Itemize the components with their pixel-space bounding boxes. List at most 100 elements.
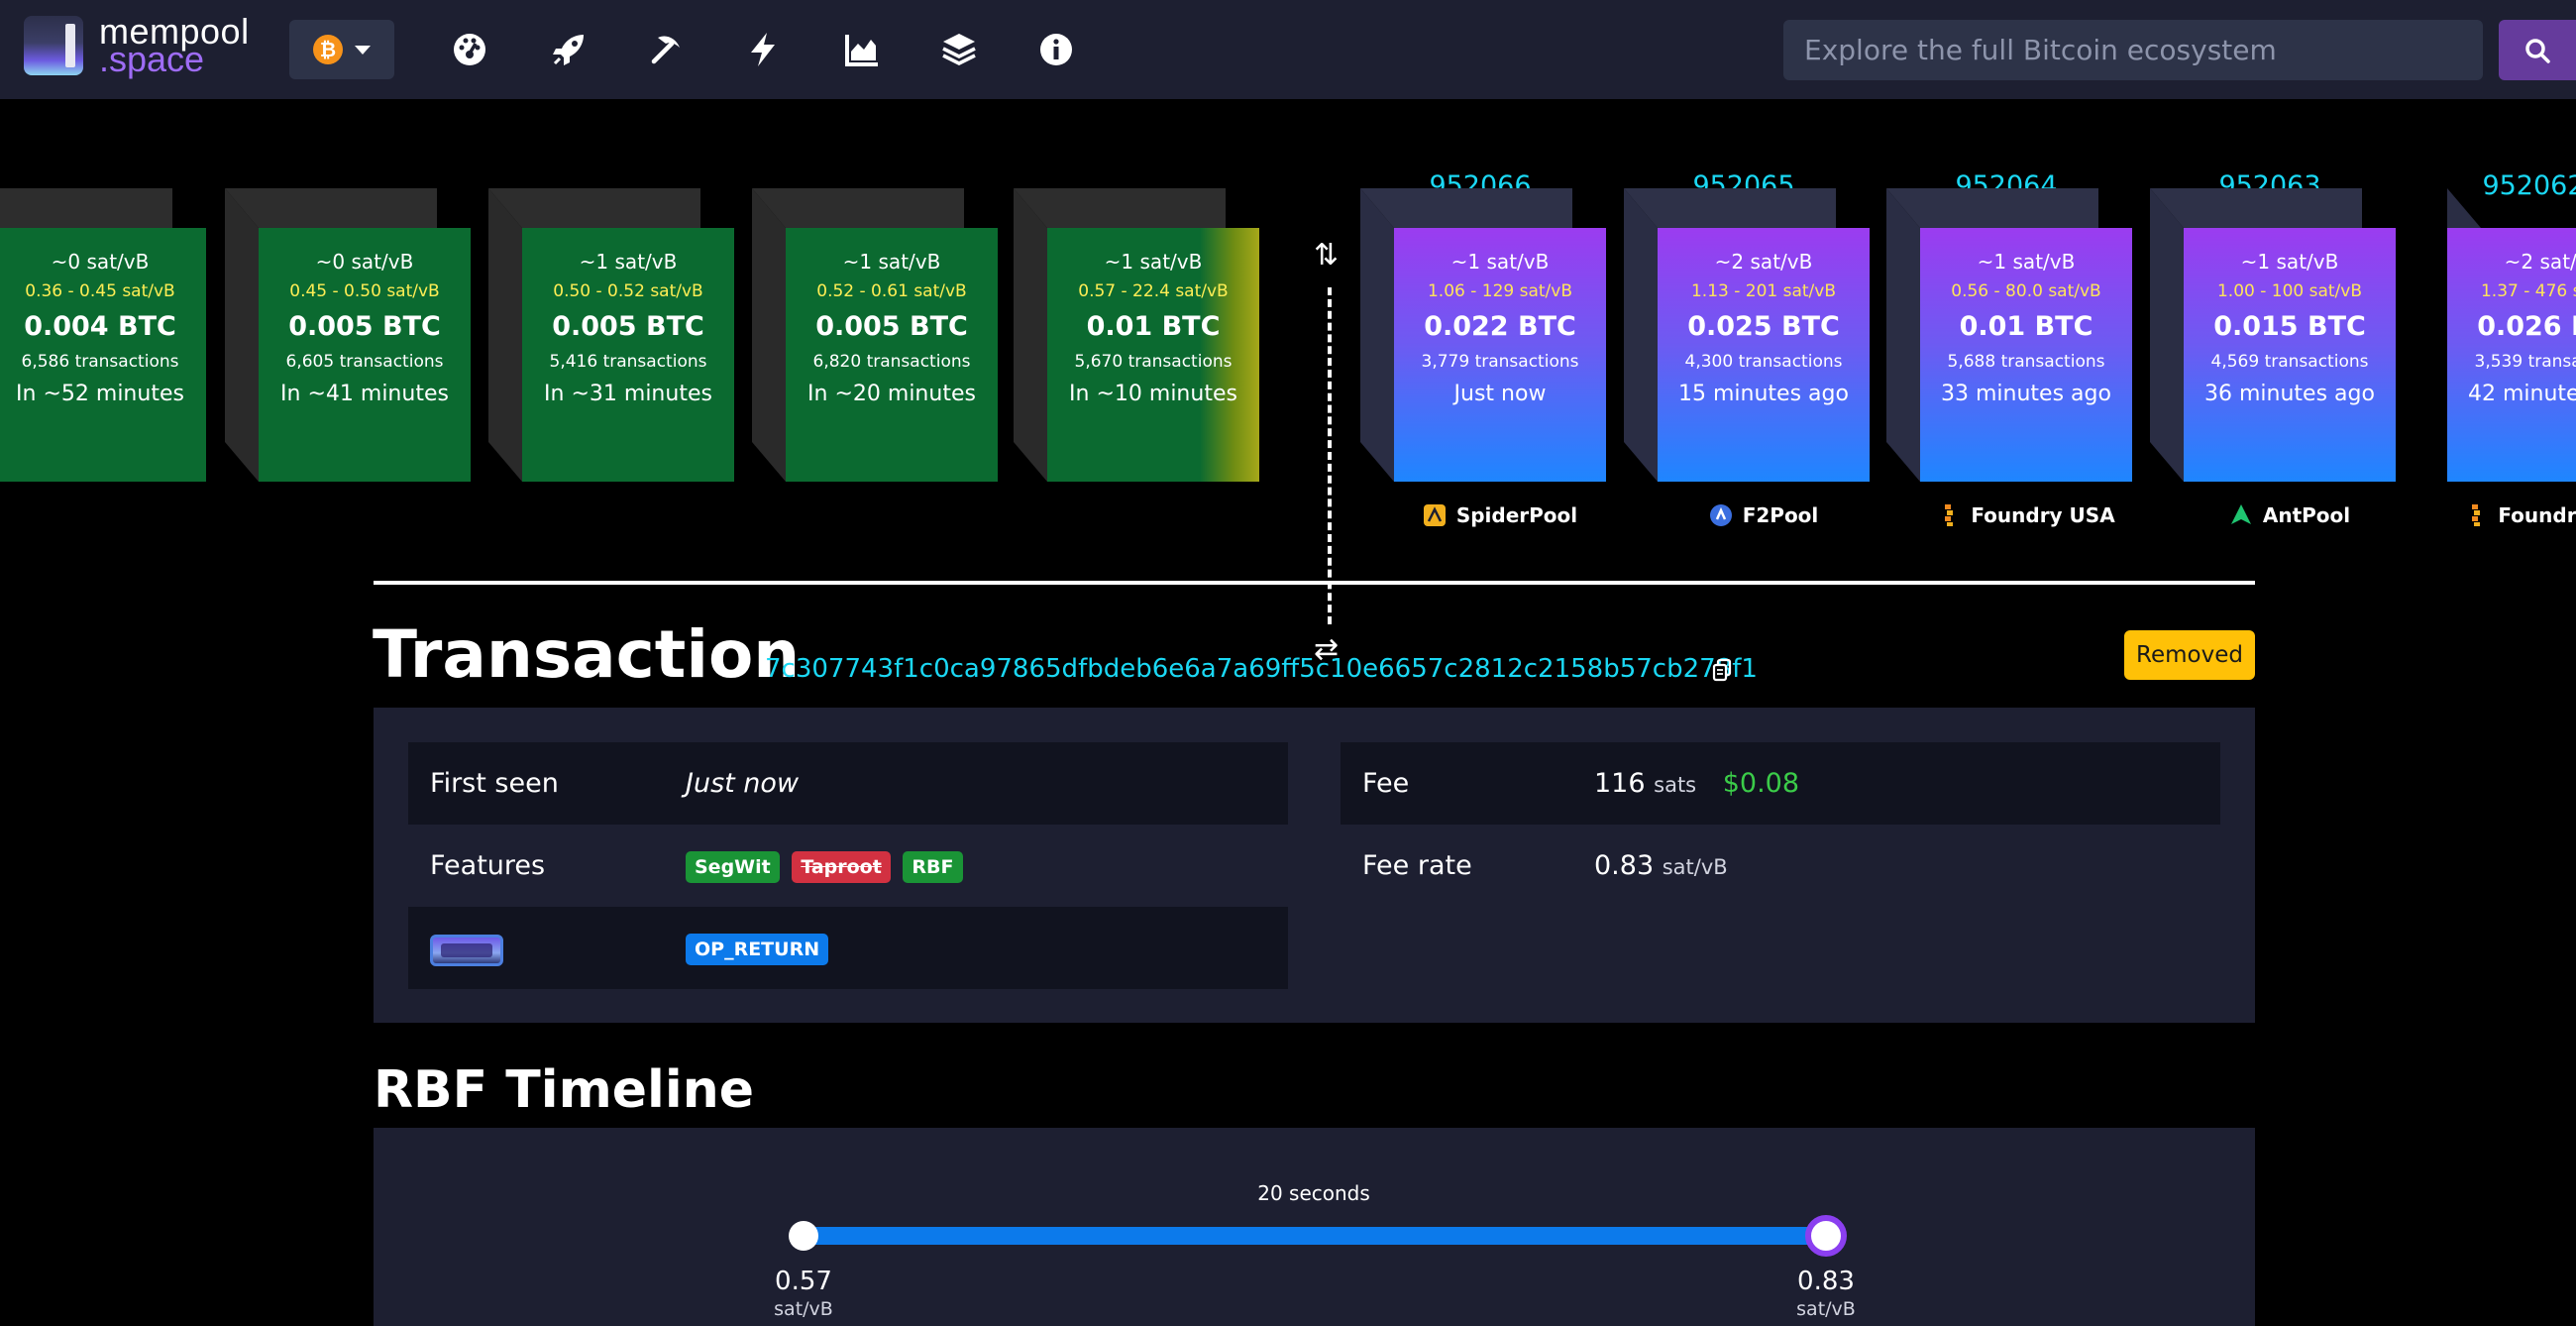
block-median-fee: ~1 sat/vB: [1450, 250, 1550, 274]
op-return-value: OP_RETURN: [686, 907, 832, 989]
rbf-interval-label: 20 seconds: [1257, 1181, 1370, 1205]
block-total-fees: 0.015 BTC: [2213, 311, 2366, 342]
block-eta: In ~20 minutes: [807, 382, 976, 406]
pool-link[interactable]: AntPool: [2184, 503, 2396, 527]
mempool-block-next[interactable]: ~1 sat/vB 0.57 - 22.4 sat/vB 0.01 BTC 5,…: [1014, 188, 1259, 482]
block-total-fees: 0.026 BTC: [2477, 311, 2576, 342]
first-seen-label: First seen: [430, 768, 559, 799]
block-tx-count: 4,300 transactions: [1684, 352, 1843, 372]
block-fee-range: 0.50 - 0.52 sat/vB: [553, 281, 703, 301]
block-age: 15 minutes ago: [1678, 382, 1849, 406]
page-title: Transaction: [373, 616, 801, 693]
block-tx-count: 6,820 transactions: [812, 352, 971, 372]
pool-link[interactable]: SpiderPool: [1394, 503, 1606, 527]
mined-block[interactable]: ~1 sat/vB 0.56 - 80.0 sat/vB 0.01 BTC 5,…: [1886, 188, 2132, 482]
block-age: 33 minutes ago: [1941, 382, 2111, 406]
block-tx-count: 5,670 transactions: [1074, 352, 1233, 372]
block-total-fees: 0.022 BTC: [1424, 311, 1576, 342]
rbf-timeline-line: [803, 1227, 1823, 1245]
fee-rate-label: Fee rate: [1362, 850, 1472, 881]
rbf-end-rate: 0.83: [1797, 1267, 1855, 1296]
segwit-badge[interactable]: SegWit: [686, 850, 780, 883]
block-tx-count: 3,779 transactions: [1421, 352, 1579, 372]
table-row: Features SegWit Taproot RBF: [408, 825, 1288, 907]
rbf-start-rate: 0.57: [775, 1267, 832, 1296]
fee-rate-value: 0.83 sat/vB: [1594, 825, 1728, 909]
block-median-fee: ~1 sat/vB: [1104, 250, 1203, 274]
block-median-fee: ~1 sat/vB: [1977, 250, 2076, 274]
fee-label: Fee: [1362, 768, 1410, 799]
block-eta: In ~31 minutes: [544, 382, 712, 406]
fee-rate-unit: sat/vB: [1662, 855, 1728, 879]
rocket-icon[interactable]: [541, 22, 596, 77]
sort-arrows-icon[interactable]: ⇅: [1314, 238, 1339, 273]
section-divider: [374, 581, 2255, 585]
rbf-start-unit: sat/vB: [774, 1298, 833, 1320]
caret-down-icon: [355, 46, 371, 55]
block-fee-range: 0.52 - 0.61 sat/vB: [816, 281, 967, 301]
block-eta: In ~52 minutes: [16, 382, 184, 406]
blockchain-strip: ~0 sat/vB 0.36 - 0.45 sat/vB 0.004 BTC 6…: [0, 99, 2576, 667]
block-total-fees: 0.01 BTC: [1086, 311, 1221, 342]
block-median-fee: ~1 sat/vB: [842, 250, 941, 274]
mempool-block[interactable]: ~0 sat/vB 0.36 - 0.45 sat/vB 0.004 BTC 6…: [0, 188, 206, 482]
block-total-fees: 0.005 BTC: [552, 311, 704, 342]
mined-block[interactable]: ~1 sat/vB 1.06 - 129 sat/vB 0.022 BTC 3,…: [1360, 188, 1606, 482]
lightning-icon[interactable]: [735, 22, 791, 77]
spiderpool-icon: [1423, 503, 1447, 527]
network-selector[interactable]: ₿: [289, 20, 394, 79]
mempool-block[interactable]: ~0 sat/vB 0.45 - 0.50 sat/vB 0.005 BTC 6…: [225, 188, 471, 482]
foundry-icon: [2464, 503, 2488, 527]
block-tx-count: 6,605 transactions: [285, 352, 444, 372]
fee-fiat[interactable]: $0.08: [1723, 768, 1799, 799]
copy-icon[interactable]: [1712, 658, 1734, 686]
block-fee-range: 0.57 - 22.4 sat/vB: [1078, 281, 1229, 301]
dashboard-gauge-icon[interactable]: [442, 22, 497, 77]
rbf-end-unit: sat/vB: [1796, 1298, 1856, 1320]
pool-link[interactable]: Foundry USA: [1920, 503, 2132, 527]
pool-name: SpiderPool: [1455, 503, 1578, 527]
block-fee-range: 1.13 - 201 sat/vB: [1690, 281, 1837, 301]
info-icon[interactable]: [1028, 22, 1084, 77]
block-median-fee: ~2 sat/vB: [2504, 250, 2576, 274]
pool-name: Foundry USA: [1971, 503, 2115, 527]
search-icon: [2525, 39, 2550, 63]
fee-amount: 116: [1594, 768, 1646, 799]
graphs-icon[interactable]: [834, 22, 890, 77]
mining-pickaxe-icon[interactable]: [638, 22, 694, 77]
block-eta: In ~41 minutes: [280, 382, 449, 406]
rbf-badge[interactable]: RBF: [903, 850, 963, 883]
rbf-node-replacement[interactable]: [1805, 1215, 1847, 1257]
mined-block[interactable]: ~1 sat/vB 1.00 - 100 sat/vB 0.015 BTC 4,…: [2150, 188, 2396, 482]
op-return-badge[interactable]: OP_RETURN: [686, 933, 829, 965]
block-total-fees: 0.004 BTC: [24, 311, 176, 342]
fee-value: 116 sats $0.08: [1594, 742, 1799, 827]
first-seen-value: Just now: [686, 768, 800, 799]
mined-block[interactable]: ~2 sat/vB 1.37 - 476 sat/vB 0.026 BTC 3,…: [2447, 188, 2576, 482]
layers-icon[interactable]: [931, 22, 987, 77]
details-table-right: Fee 116 sats $0.08 Fee rate 0.83 sat/vB: [1341, 742, 2220, 907]
tx-preview-thumbnail-icon[interactable]: [430, 935, 503, 966]
fee-unit: sats: [1654, 773, 1697, 797]
block-median-fee: ~0 sat/vB: [51, 250, 150, 274]
foundry-icon: [1937, 503, 1961, 527]
mempool-block[interactable]: ~1 sat/vB 0.52 - 0.61 sat/vB 0.005 BTC 6…: [752, 188, 998, 482]
rbf-timeline-title: RBF Timeline: [374, 1060, 754, 1120]
mempool-logo[interactable]: mempool .space: [24, 14, 250, 77]
fee-rate-amount: 0.83: [1594, 850, 1655, 881]
table-row: Fee 116 sats $0.08: [1341, 742, 2220, 825]
rbf-node-original[interactable]: [789, 1221, 818, 1251]
block-age: 42 minutes ago: [2468, 382, 2576, 406]
taproot-badge[interactable]: Taproot: [792, 850, 891, 883]
search-input[interactable]: [1783, 20, 2483, 80]
bitcoin-icon: ₿: [313, 35, 343, 64]
details-table-left: First seen Just now Features SegWit Tapr…: [408, 742, 1288, 989]
txid-link[interactable]: 7c307743f1c0ca97865dfbdeb6e6a7a69ff5c10e…: [765, 654, 1758, 684]
mempool-block[interactable]: ~1 sat/vB 0.50 - 0.52 sat/vB 0.005 BTC 5…: [488, 188, 734, 482]
f2pool-icon: [1709, 503, 1733, 527]
features-value: SegWit Taproot RBF: [686, 825, 967, 907]
pool-link[interactable]: Foundry USA: [2447, 503, 2576, 527]
mined-block[interactable]: ~2 sat/vB 1.13 - 201 sat/vB 0.025 BTC 4,…: [1624, 188, 1870, 482]
search-button[interactable]: [2499, 20, 2576, 80]
pool-link[interactable]: F2Pool: [1658, 503, 1870, 527]
